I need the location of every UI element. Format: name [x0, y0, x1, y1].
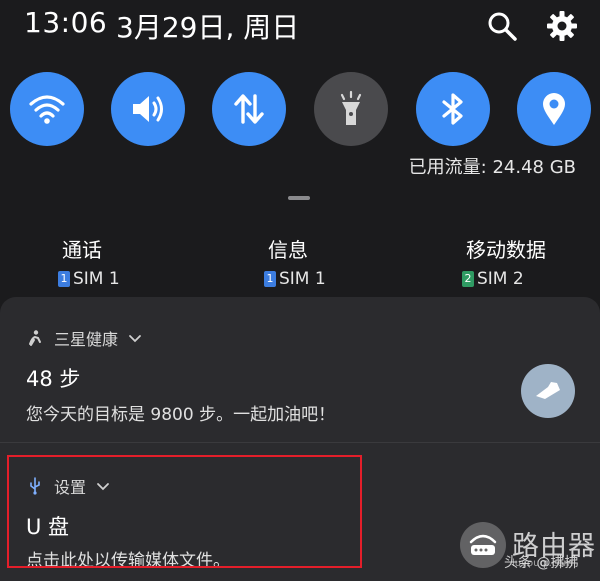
- date: 3月29日, 周日: [116, 11, 300, 44]
- sound-toggle[interactable]: [111, 72, 185, 146]
- flashlight-toggle[interactable]: [314, 72, 388, 146]
- highlight-box: [7, 455, 362, 568]
- notification-app-name: 三星健康: [54, 330, 119, 349]
- notification-title: 48 步: [26, 367, 81, 391]
- data-usage-label: 已用流量: 24.48 GB: [408, 157, 576, 178]
- chevron-down-icon[interactable]: [128, 331, 142, 345]
- sim-label: SIM 1: [279, 269, 326, 289]
- mobile-data-toggle[interactable]: [212, 72, 286, 146]
- sim-label: SIM 1: [73, 269, 120, 289]
- health-icon: [29, 330, 41, 346]
- location-icon: [543, 93, 565, 125]
- bluetooth-toggle[interactable]: [416, 72, 490, 146]
- sim-setting-title: 移动数据: [466, 238, 546, 262]
- sim-label: SIM 2: [477, 269, 524, 289]
- shoe-icon: [536, 382, 560, 399]
- sim-number-badge: 2: [462, 271, 474, 287]
- shoe-action-button[interactable]: [521, 364, 575, 418]
- quick-settings-row: [0, 72, 600, 148]
- status-bar: 13:06 3月29日, 周日: [0, 0, 600, 50]
- divider: [0, 442, 600, 443]
- sim-setting-messages[interactable]: 信息 1 SIM 1: [264, 234, 444, 289]
- clock: 13:06: [24, 6, 108, 39]
- sim-setting-calls[interactable]: 通话 1 SIM 1: [58, 234, 238, 289]
- notification-header: 三星健康: [26, 326, 142, 350]
- flashlight-icon: [340, 90, 362, 125]
- wifi-toggle[interactable]: [10, 72, 84, 146]
- search-icon[interactable]: [486, 10, 518, 42]
- gear-icon[interactable]: [546, 10, 578, 42]
- sim-setting-title: 信息: [268, 238, 308, 262]
- sim-number-badge: 1: [264, 271, 276, 287]
- watermark-author: 头条 @拂拂: [504, 555, 579, 571]
- sim-setting-title: 通话: [62, 238, 102, 262]
- watermark: 路由器 luyouqi.com 头条 @拂拂: [458, 520, 598, 578]
- sim-setting-mobile-data[interactable]: 移动数据 2 SIM 2: [462, 234, 600, 289]
- wifi-icon: [29, 95, 65, 124]
- notification-text: 您今天的目标是 9800 步。一起加油吧！: [26, 405, 336, 425]
- drag-handle[interactable]: [288, 196, 310, 200]
- mobile-data-icon: [234, 94, 264, 124]
- location-toggle[interactable]: [517, 72, 591, 146]
- volume-icon: [133, 96, 163, 122]
- router-logo-icon: [460, 522, 506, 568]
- sim-number-badge: 1: [58, 271, 70, 287]
- bluetooth-icon: [442, 93, 463, 125]
